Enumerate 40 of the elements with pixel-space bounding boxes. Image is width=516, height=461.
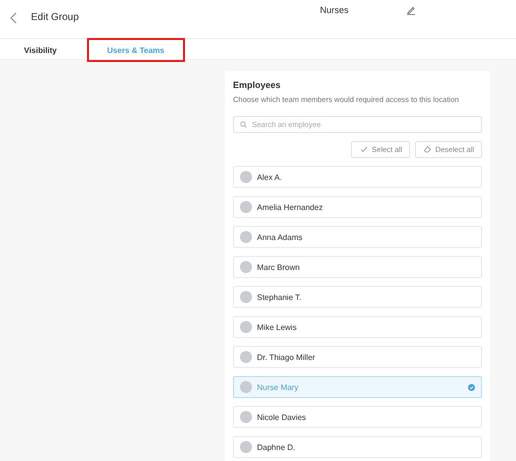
page-title: Edit Group — [31, 12, 79, 23]
avatar — [240, 291, 252, 303]
employee-name: Daphne D. — [257, 442, 296, 452]
employee-name: Nicole Davies — [257, 412, 307, 422]
avatar — [240, 441, 252, 453]
check-circle-icon — [468, 384, 475, 390]
avatar — [240, 411, 252, 423]
employee-item[interactable]: Daphne D. — [233, 436, 482, 458]
avatar — [240, 261, 252, 273]
section-title: Employees — [233, 80, 282, 90]
employee-item[interactable]: Dr. Thiago Miller — [233, 346, 482, 368]
employee-item[interactable]: Anna Adams — [233, 226, 482, 248]
avatar — [240, 381, 252, 393]
employee-name: Mike Lewis — [257, 322, 298, 332]
avatar — [240, 231, 252, 243]
employee-item[interactable]: Nicole Davies — [233, 406, 482, 428]
back-icon — [10, 12, 16, 24]
employee-name: Anna Adams — [257, 232, 304, 242]
avatar — [240, 171, 252, 183]
employee-name: Amelia Hernandez — [257, 202, 324, 212]
group-name: Nurses — [320, 5, 349, 15]
avatar — [240, 321, 252, 333]
avatar — [240, 351, 252, 363]
employee-item[interactable]: Mike Lewis — [233, 316, 482, 338]
edit-button[interactable] — [406, 5, 416, 15]
pencil-icon — [406, 5, 416, 15]
employee-item[interactable]: Marc Brown — [233, 256, 482, 278]
employee-name: Alex A. — [257, 172, 283, 182]
eraser-icon — [424, 146, 432, 153]
employee-item[interactable]: Alex A. — [233, 166, 482, 188]
tab[interactable]: Visibility — [22, 38, 59, 62]
avatar — [240, 201, 252, 213]
search-icon — [240, 121, 247, 128]
check-icon — [360, 146, 368, 153]
employee-name: Dr. Thiago Miller — [257, 352, 316, 362]
employee-name: Nurse Mary — [257, 382, 300, 392]
employee-name: Stephanie T. — [257, 292, 302, 302]
employee-name: Marc Brown — [257, 262, 301, 272]
employee-item[interactable]: Amelia Hernandez — [233, 196, 482, 218]
employee-item[interactable]: Stephanie T. — [233, 286, 482, 308]
